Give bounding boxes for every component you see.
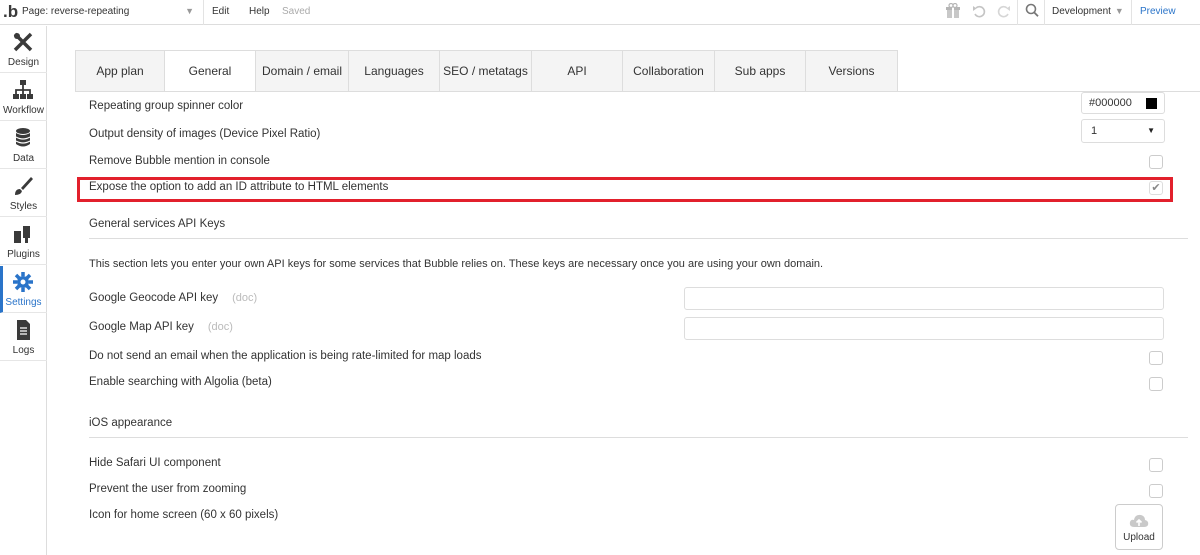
spinner-color-value: #000000	[1089, 97, 1132, 109]
ios-section-title: iOS appearance	[89, 417, 173, 429]
divider	[1017, 0, 1018, 25]
sidebar-item-workflow[interactable]: Workflow	[0, 74, 47, 121]
tab-domain-email[interactable]: Domain / email	[256, 50, 349, 92]
environment-selector[interactable]: Development ▼	[1052, 6, 1124, 17]
upload-label: Upload	[1123, 532, 1155, 543]
map-key-input[interactable]	[684, 317, 1164, 340]
top-bar: .b Page: reverse-repeating ▼ Edit Help S…	[0, 0, 1200, 25]
divider	[203, 0, 204, 25]
sidebar-item-design[interactable]: Design	[0, 26, 47, 73]
caret-down-icon: ▼	[1147, 126, 1155, 135]
pixel-ratio-value: 1	[1091, 125, 1098, 137]
gift-icon[interactable]	[946, 3, 960, 19]
spinner-color-label: Repeating group spinner color	[89, 100, 244, 112]
help-menu[interactable]: Help	[249, 6, 270, 17]
sidebar-item-label: Logs	[12, 345, 35, 356]
sidebar-item-label: Design	[7, 57, 40, 68]
sidebar-item-plugins[interactable]: Plugins	[0, 218, 47, 265]
tab-app-plan[interactable]: App plan	[75, 50, 165, 92]
algolia-checkbox[interactable]	[1149, 377, 1163, 391]
section-divider	[89, 238, 1188, 239]
sidebar-item-label: Styles	[9, 201, 38, 212]
undo-icon[interactable]	[972, 3, 986, 19]
preview-button[interactable]: Preview	[1140, 6, 1176, 17]
highlight-box	[77, 177, 1173, 202]
tab-versions[interactable]: Versions	[806, 50, 898, 92]
algolia-label: Enable searching with Algolia (beta)	[89, 376, 272, 388]
redo-icon[interactable]	[997, 3, 1011, 19]
tab-general[interactable]: General	[165, 50, 256, 92]
prevent-zoom-label: Prevent the user from zooming	[89, 483, 247, 495]
edit-menu[interactable]: Edit	[212, 6, 229, 17]
sidebar-item-label: Workflow	[3, 105, 44, 116]
rate-limit-label: Do not send an email when the applicatio…	[89, 350, 482, 362]
sidebar-item-styles[interactable]: Styles	[0, 170, 47, 217]
bubble-logo[interactable]: .b	[3, 2, 18, 22]
section-divider	[89, 437, 1188, 438]
sidebar-item-label: Settings	[5, 297, 42, 308]
home-icon-label: Icon for home screen (60 x 60 pixels)	[89, 509, 279, 521]
api-keys-section-title: General services API Keys	[89, 218, 226, 230]
left-sidebar: Design Workflow Data Styles Plugins Sett…	[0, 26, 47, 555]
upload-button[interactable]: Upload	[1115, 504, 1163, 550]
cloud-upload-icon	[1129, 513, 1149, 532]
prevent-zoom-checkbox[interactable]	[1149, 484, 1163, 498]
map-key-label: Google Map API key (doc)	[89, 321, 233, 333]
save-status: Saved	[282, 6, 311, 17]
remove-mention-checkbox[interactable]	[1149, 155, 1163, 169]
map-doc-link[interactable]: (doc)	[208, 321, 233, 333]
sidebar-item-label: Data	[12, 153, 35, 164]
divider	[1131, 0, 1132, 25]
sidebar-item-settings[interactable]: Settings	[0, 266, 47, 313]
gear-icon	[12, 271, 34, 293]
page-selector[interactable]: Page: reverse-repeating ▼	[22, 6, 198, 20]
sidebar-item-logs[interactable]: Logs	[0, 314, 47, 361]
rate-limit-checkbox[interactable]	[1149, 351, 1163, 365]
pixel-ratio-label: Output density of images (Device Pixel R…	[89, 128, 321, 140]
geocode-doc-link[interactable]: (doc)	[232, 292, 257, 304]
environment-label: Development	[1052, 6, 1111, 17]
brush-icon	[12, 175, 34, 197]
geocode-key-input[interactable]	[684, 287, 1164, 310]
chevron-down-icon: ▼	[185, 6, 194, 16]
sidebar-item-data[interactable]: Data	[0, 122, 47, 169]
geocode-key-label-text: Google Geocode API key	[89, 292, 219, 304]
pixel-ratio-select[interactable]: 1 ▼	[1081, 119, 1165, 143]
search-icon[interactable]	[1025, 3, 1039, 19]
sidebar-item-label: Plugins	[7, 249, 40, 260]
remove-mention-label: Remove Bubble mention in console	[89, 155, 270, 167]
hide-safari-label: Hide Safari UI component	[89, 457, 221, 469]
page-selector-label: Page: reverse-repeating	[22, 6, 130, 17]
tab-api[interactable]: API	[532, 50, 623, 92]
tab-sub-apps[interactable]: Sub apps	[715, 50, 806, 92]
tab-seo-metatags[interactable]: SEO / metatags	[440, 50, 532, 92]
database-icon	[12, 127, 34, 149]
tab-collaboration[interactable]: Collaboration	[623, 50, 715, 92]
spinner-color-picker[interactable]: #000000	[1081, 92, 1165, 114]
design-icon	[12, 31, 34, 53]
map-key-label-text: Google Map API key	[89, 321, 194, 333]
document-icon	[12, 319, 34, 341]
tab-languages[interactable]: Languages	[349, 50, 440, 92]
hide-safari-checkbox[interactable]	[1149, 458, 1163, 472]
api-keys-description: This section lets you enter your own API…	[89, 258, 824, 270]
settings-tabs: App plan General Domain / email Language…	[75, 50, 898, 92]
plug-icon	[12, 223, 34, 245]
color-swatch	[1146, 98, 1157, 109]
workflow-icon	[12, 79, 34, 101]
divider	[1044, 0, 1045, 25]
chevron-down-icon: ▼	[1114, 6, 1124, 16]
geocode-key-label: Google Geocode API key (doc)	[89, 292, 257, 304]
